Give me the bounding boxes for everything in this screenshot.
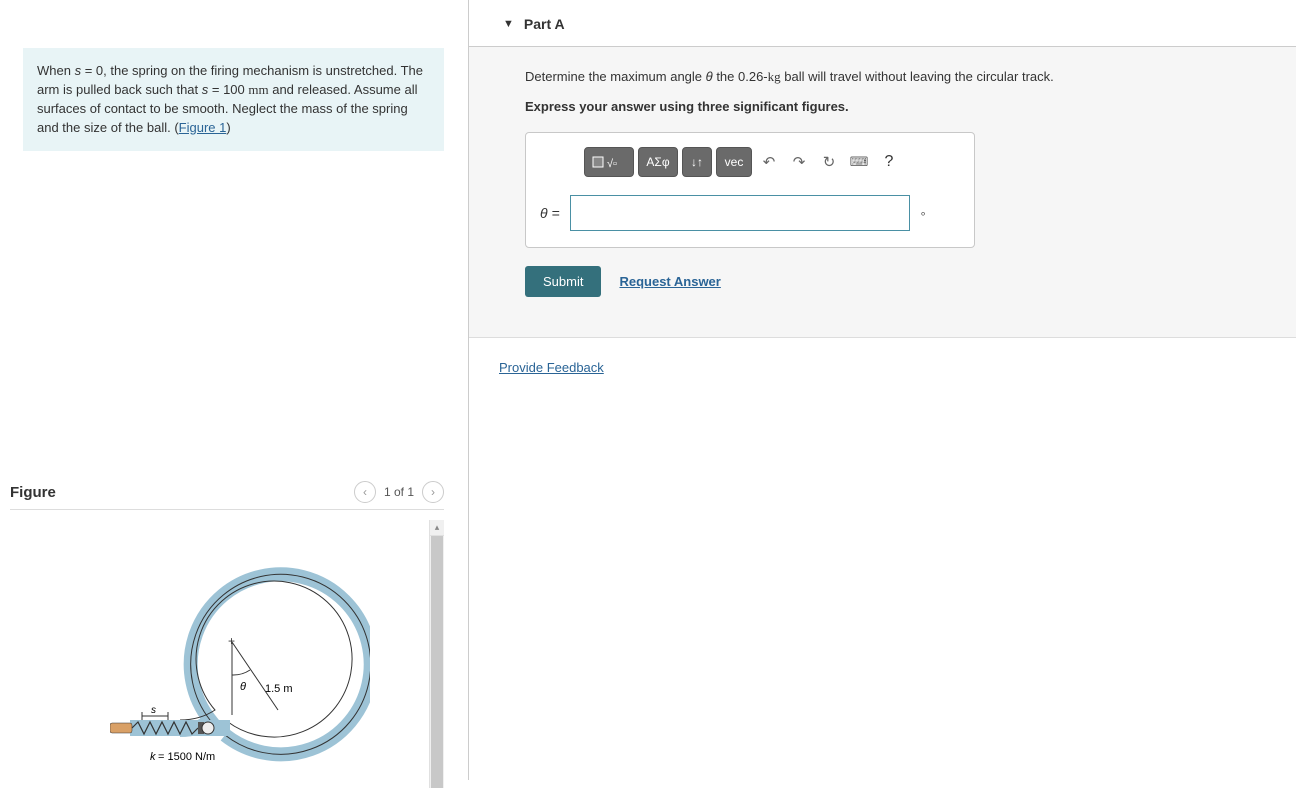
svg-text:θ: θ bbox=[240, 681, 246, 693]
figure-title: Figure bbox=[10, 484, 56, 501]
theta-label: θ = bbox=[540, 205, 560, 221]
instruction-text: Express your answer using three signific… bbox=[525, 99, 1296, 114]
svg-text:k: k bbox=[150, 751, 156, 763]
figure-next-button[interactable]: › bbox=[422, 481, 444, 503]
svg-text:s: s bbox=[151, 705, 156, 716]
figure-nav: ‹ 1 of 1 › bbox=[354, 481, 444, 503]
reset-button[interactable]: ↻ bbox=[816, 147, 842, 177]
answer-box: √▫ ΑΣφ ↓↑ vec ↶ ↷ ↻ ⌨ ? θ = ∘ bbox=[525, 132, 975, 248]
help-button[interactable]: ? bbox=[876, 147, 902, 177]
unit-label: ∘ bbox=[920, 207, 927, 220]
figure-image: + θ 1.5 m bbox=[10, 520, 429, 788]
undo-button[interactable]: ↶ bbox=[756, 147, 782, 177]
answer-input[interactable] bbox=[570, 195, 910, 231]
svg-text:1.5 m: 1.5 m bbox=[265, 683, 293, 695]
svg-text:= 1500 N/m: = 1500 N/m bbox=[158, 751, 215, 763]
figure-link[interactable]: Figure 1 bbox=[179, 120, 227, 135]
problem-text: When s = 0, the spring on the firing mec… bbox=[37, 63, 423, 135]
submit-button[interactable]: Submit bbox=[525, 266, 601, 297]
figure-count: 1 of 1 bbox=[384, 485, 414, 499]
figure-prev-button[interactable]: ‹ bbox=[354, 481, 376, 503]
part-title: Part A bbox=[524, 16, 565, 32]
equation-toolbar: √▫ ΑΣφ ↓↑ vec ↶ ↷ ↻ ⌨ ? bbox=[584, 147, 960, 177]
keyboard-button[interactable]: ⌨ bbox=[846, 147, 872, 177]
collapse-icon: ▼ bbox=[503, 18, 514, 30]
redo-button[interactable]: ↷ bbox=[786, 147, 812, 177]
figure-header: Figure ‹ 1 of 1 › bbox=[10, 481, 444, 510]
subscript-button[interactable]: ↓↑ bbox=[682, 147, 712, 177]
figure-scrollbar[interactable]: ▴ bbox=[429, 520, 444, 788]
vector-button[interactable]: vec bbox=[716, 147, 752, 177]
question-text: Determine the maximum angle θ the 0.26-k… bbox=[525, 69, 1296, 85]
greek-button[interactable]: ΑΣφ bbox=[638, 147, 678, 177]
svg-text:√▫: √▫ bbox=[607, 158, 617, 170]
problem-statement: When s = 0, the spring on the firing mec… bbox=[23, 48, 444, 151]
templates-button[interactable]: √▫ bbox=[584, 147, 634, 177]
part-header[interactable]: ▼ Part A bbox=[469, 0, 1296, 47]
templates-icon: √▫ bbox=[591, 153, 627, 171]
request-answer-link[interactable]: Request Answer bbox=[619, 274, 720, 289]
provide-feedback-link[interactable]: Provide Feedback bbox=[469, 338, 1296, 375]
